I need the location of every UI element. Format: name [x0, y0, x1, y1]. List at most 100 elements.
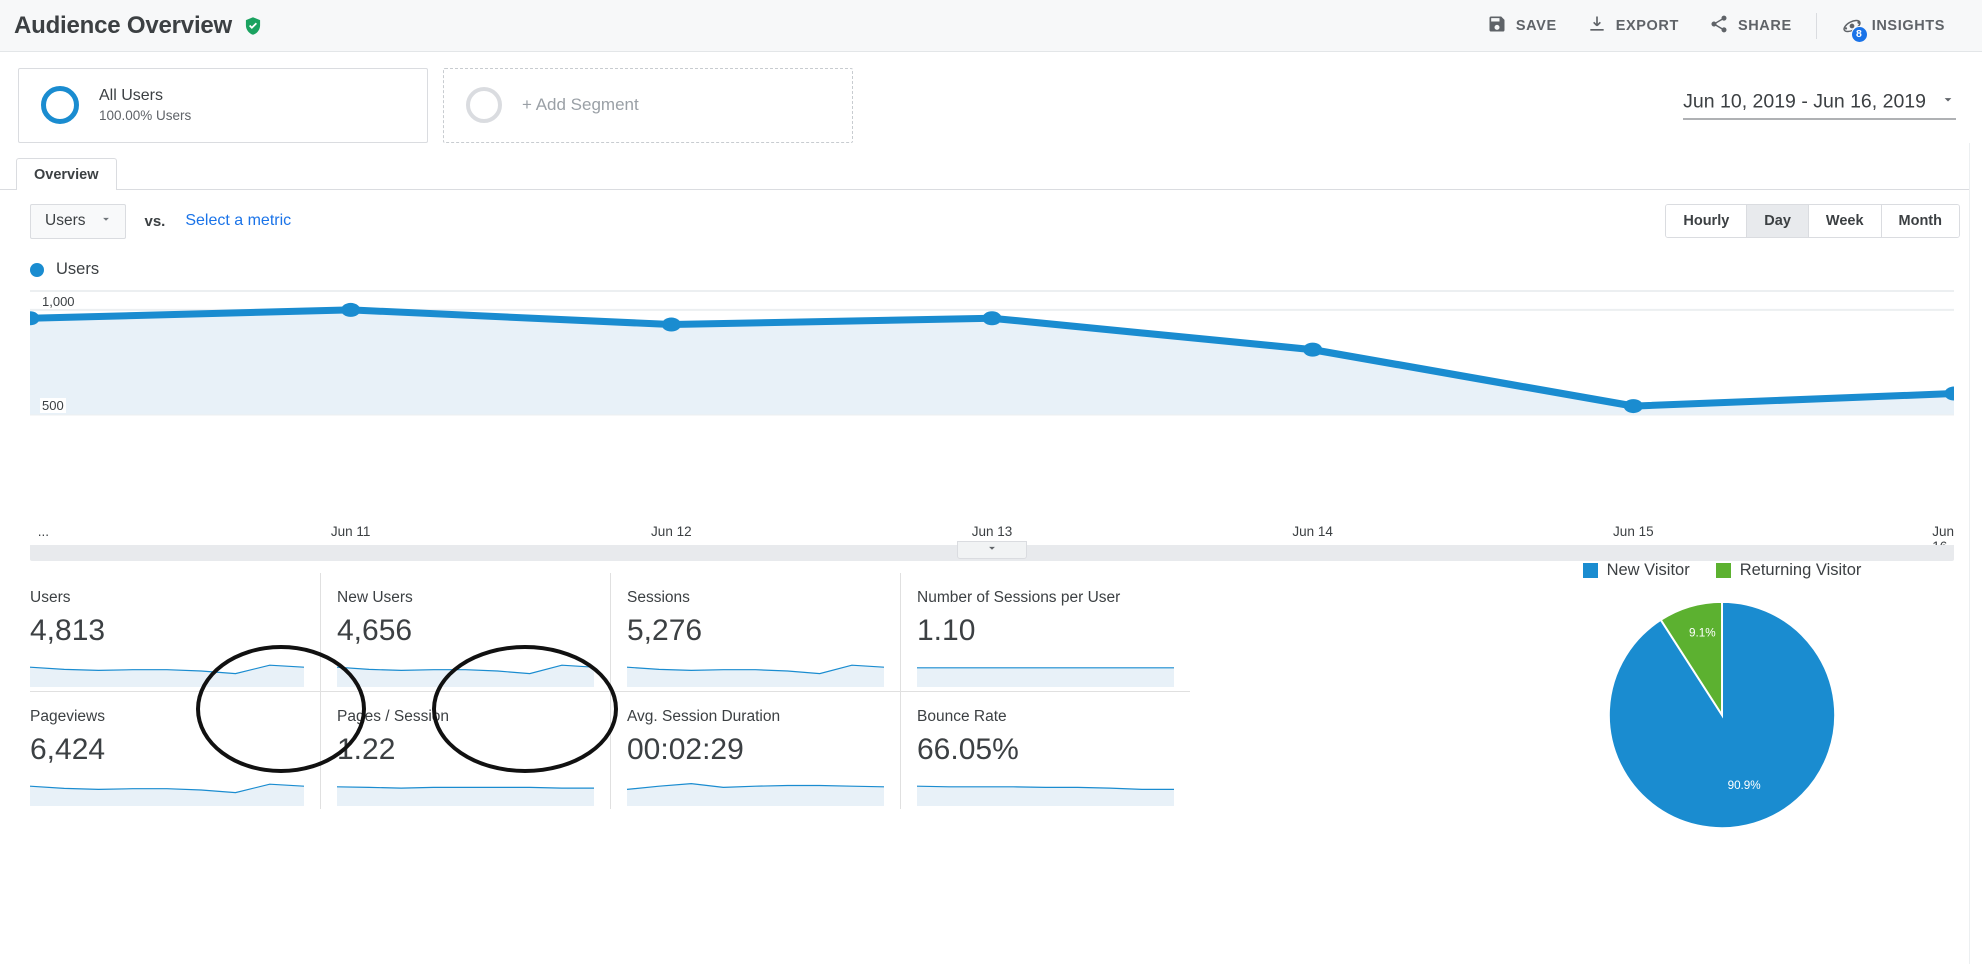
chevron-down-icon	[985, 541, 999, 560]
page-title: Audience Overview	[14, 11, 233, 39]
chart-point-Jun-12[interactable]	[661, 317, 681, 332]
metric-card-grid: Users 4,813 New Users 4,656 Sessions 5,276 Num…	[30, 573, 1190, 809]
right-scroll-edge[interactable]	[1969, 143, 1982, 964]
primary-metric-label: Users	[45, 212, 86, 229]
chart-point-Jun-11[interactable]	[341, 302, 361, 317]
metric-label: Bounce Rate	[917, 708, 1007, 725]
pie-swatch-returning-visitor	[1715, 563, 1731, 578]
export-download-icon	[1587, 14, 1607, 38]
tab-overview[interactable]: Overview	[16, 158, 117, 190]
pie-swatch-new-visitor	[1582, 563, 1598, 578]
insights-button[interactable]: 8 INSIGHTS	[1826, 9, 1960, 43]
metric-value: 6,424	[30, 733, 106, 766]
add-segment-button[interactable]: + Add Segment	[443, 67, 853, 143]
pie-legend-item-returning-visitor[interactable]: Returning Visitor	[1715, 561, 1862, 580]
page-header: Audience Overview SAVE EXPORT SHARE 8 IN…	[0, 0, 1982, 52]
metric-card-sessions[interactable]: Sessions 5,276	[610, 573, 900, 691]
granularity-day-button[interactable]: Day	[1747, 205, 1809, 237]
metric-label: Pageviews	[30, 708, 105, 725]
header-divider	[1815, 12, 1817, 39]
header-actions: SAVE EXPORT SHARE 8 INSIGHTS	[1472, 8, 1960, 44]
x-axis-tick-3: Jun 13	[971, 524, 1013, 539]
metric-value: 5,276	[627, 614, 703, 647]
users-trend-svg	[30, 290, 1954, 416]
metric-card-pages-session[interactable]: Pages / Session 1.22	[320, 692, 610, 809]
metric-sparkline	[627, 774, 884, 806]
segment-card-all-users[interactable]: All Users 100.00% Users	[18, 67, 428, 143]
metric-label: Pages / Session	[337, 708, 450, 725]
chart-point-Jun-15[interactable]	[1623, 399, 1643, 414]
metric-sparkline	[337, 774, 594, 806]
metric-label: Avg. Session Duration	[627, 708, 781, 725]
segment-bar: All Users 100.00% Users + Add Segment Ju…	[0, 52, 1982, 158]
date-range-picker[interactable]: Jun 10, 2019 - Jun 16, 2019	[1683, 91, 1956, 120]
metric-value: 4,813	[30, 614, 106, 647]
metric-sparkline	[627, 655, 884, 687]
pie-legend-label-returning-visitor: Returning Visitor	[1739, 561, 1862, 579]
y-axis-tick-500: 500	[40, 398, 66, 414]
x-axis-tick-5: Jun 15	[1613, 524, 1654, 539]
chevron-down-icon	[99, 212, 113, 231]
save-label: SAVE	[1515, 17, 1557, 34]
chart-controls: Users vs. Select a metric Hourly Day Wee…	[0, 190, 1982, 252]
chart-legend: Users	[0, 252, 1982, 285]
chart-point-Jun-14[interactable]	[1303, 342, 1323, 357]
add-segment-ring-icon	[466, 87, 502, 123]
metric-card-number-of-sessions-per-user[interactable]: Number of Sessions per User 1.10	[900, 573, 1190, 691]
chart-collapse-button[interactable]	[957, 541, 1027, 559]
metric-card-avg-session-duration[interactable]: Avg. Session Duration 00:02:29	[610, 692, 900, 809]
segment-percentage: 100.00% Users	[99, 108, 192, 123]
metric-card-row-2: Pageviews 6,424 Pages / Session 1.22 Avg. Se…	[30, 691, 1190, 809]
metric-card-pageviews[interactable]: Pageviews 6,424	[30, 692, 320, 809]
metric-label: Number of Sessions per User	[917, 589, 1121, 606]
new-vs-returning-pie-block: New Visitor Returning Visitor 90.9% 9.1%	[1492, 561, 1952, 838]
metric-label: Sessions	[627, 589, 690, 606]
pie-legend-label-new-visitor: New Visitor	[1606, 561, 1690, 579]
metric-value: 4,656	[337, 614, 413, 647]
metric-card-row-1: Users 4,813 New Users 4,656 Sessions 5,276 Num…	[30, 573, 1190, 691]
metric-sparkline	[917, 655, 1174, 687]
new-vs-returning-pie-chart[interactable]: 90.9% 9.1%	[1599, 592, 1845, 838]
metric-card-bounce-rate[interactable]: Bounce Rate 66.05%	[900, 692, 1190, 809]
segment-name: All Users	[99, 87, 164, 104]
verified-shield-icon	[243, 16, 263, 36]
users-trend-chart[interactable]: 1,000 500	[30, 289, 1954, 519]
x-axis-tick-2: Jun 12	[651, 524, 692, 539]
metric-sparkline	[917, 774, 1174, 806]
share-nodes-icon	[1709, 14, 1729, 38]
granularity-week-button[interactable]: Week	[1808, 205, 1882, 237]
legend-dot-users	[30, 262, 44, 277]
select-a-metric-link[interactable]: Select a metric	[185, 212, 291, 230]
primary-metric-select[interactable]: Users	[30, 203, 127, 239]
x-axis-tick-4: Jun 14	[1292, 524, 1333, 539]
export-label: EXPORT	[1615, 17, 1679, 34]
save-button[interactable]: SAVE	[1472, 8, 1572, 44]
pie-label-new-visitor: 90.9%	[1728, 779, 1761, 792]
granularity-month-button[interactable]: Month	[1881, 205, 1959, 237]
tab-bar: Overview	[0, 158, 1982, 190]
metrics-section: Users 4,813 New Users 4,656 Sessions 5,276 Num…	[0, 561, 1982, 830]
chart-area-fill	[30, 309, 1954, 415]
metric-label: New Users	[337, 589, 413, 606]
chart-point-Jun-13[interactable]	[982, 311, 1002, 326]
insights-label: INSIGHTS	[1871, 17, 1945, 34]
share-label: SHARE	[1737, 17, 1792, 34]
metric-card-new-users[interactable]: New Users 4,656	[320, 573, 610, 691]
granularity-toggle-group: Hourly Day Week Month	[1665, 204, 1960, 238]
pie-legend: New Visitor Returning Visitor	[1582, 561, 1862, 580]
metric-sparkline	[337, 655, 594, 687]
granularity-hourly-button[interactable]: Hourly	[1666, 205, 1748, 237]
metric-value: 00:02:29	[627, 733, 744, 766]
segment-ring-icon	[41, 86, 79, 124]
metric-card-users[interactable]: Users 4,813	[30, 573, 320, 691]
metric-sparkline	[30, 655, 304, 687]
metric-value: 1.22	[337, 733, 396, 766]
chevron-down-icon	[1940, 92, 1956, 113]
metric-value: 66.05%	[917, 733, 1019, 766]
metric-value: 1.10	[917, 614, 976, 647]
pie-legend-item-new-visitor[interactable]: New Visitor	[1582, 561, 1690, 580]
export-button[interactable]: EXPORT	[1572, 8, 1694, 44]
share-button[interactable]: SHARE	[1694, 8, 1807, 44]
chart-collapse-bar	[30, 541, 1954, 561]
date-range-label: Jun 10, 2019 - Jun 16, 2019	[1683, 90, 1926, 113]
